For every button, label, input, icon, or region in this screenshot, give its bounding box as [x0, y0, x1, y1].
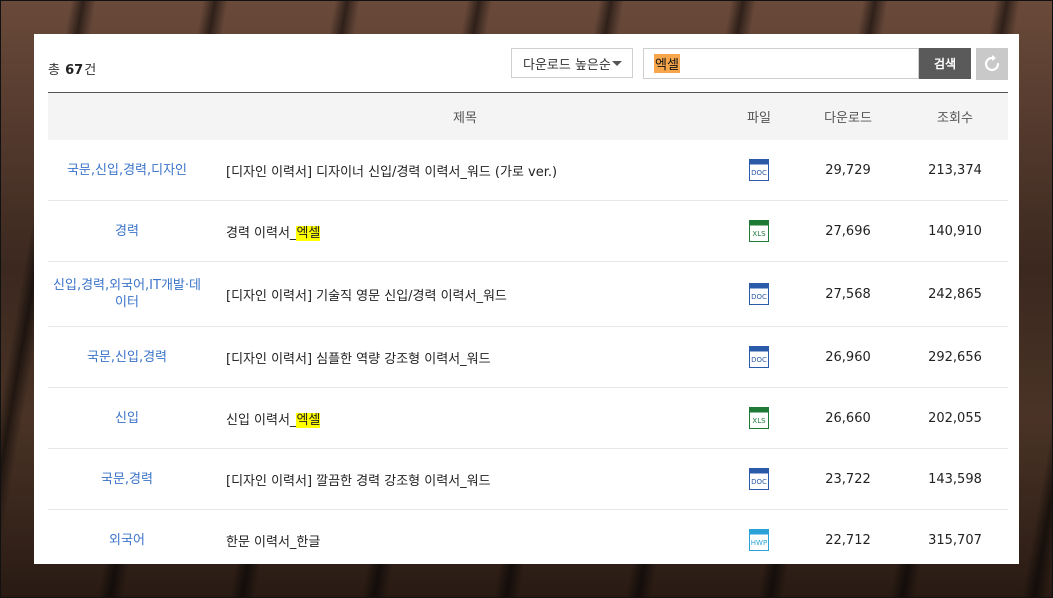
sort-dropdown[interactable]: 다운로드 높은순	[511, 48, 633, 78]
file-type-label: XLS	[752, 230, 766, 238]
result-count-suffix: 건	[84, 63, 97, 78]
table-row[interactable]: 신입,경력,외국어,IT개발·데이터 [디자인 이력서] 기술직 영문 신입/경력…	[48, 262, 1008, 327]
row-category[interactable]: 신입	[48, 410, 206, 427]
table-row[interactable]: 신입 신입 이력서_엑셀 XLS 26,660 202,055	[48, 388, 1008, 449]
row-category[interactable]: 외국어	[48, 532, 206, 549]
row-title-link[interactable]: [디자인 이력서] 디자이너 신입/경력 이력서_워드 (가로 ver.)	[206, 161, 724, 180]
row-file: DOC	[724, 346, 794, 368]
row-views: 213,374	[928, 162, 982, 178]
row-views: 315,707	[928, 532, 982, 548]
result-count-prefix: 총	[48, 63, 60, 78]
row-category[interactable]: 신입,경력,외국어,IT개발·데이터	[48, 277, 206, 311]
sort-dropdown-label: 다운로드 높은순	[523, 57, 611, 73]
refresh-icon	[984, 55, 1000, 72]
row-title-link[interactable]: [디자인 이력서] 깔끔한 경력 강조형 이력서_워드	[206, 470, 724, 489]
row-file: HWP	[724, 529, 794, 551]
row-file: DOC	[724, 159, 794, 181]
row-views: 202,055	[928, 410, 982, 426]
row-file: DOC	[724, 468, 794, 490]
table-row[interactable]: 국문,경력 [디자인 이력서] 깔끔한 경력 강조형 이력서_워드 DOC 23,…	[48, 449, 1008, 510]
row-views: 143,598	[928, 471, 982, 487]
row-title-link[interactable]: 신입 이력서_엑셀	[206, 409, 724, 428]
table-header: 제목 파일 다운로드 조회수	[48, 93, 1008, 140]
file-type-label: DOC	[751, 478, 767, 486]
row-title-text: [디자인 이력서] 심플한 역량 강조형 이력서_워드	[226, 351, 491, 367]
table-row[interactable]: 국문,신입,경력 [디자인 이력서] 심플한 역량 강조형 이력서_워드 DOC …	[48, 327, 1008, 388]
row-downloads: 27,696	[825, 223, 871, 239]
doc-file-icon[interactable]: DOC	[749, 468, 769, 490]
file-type-label: XLS	[752, 417, 766, 425]
result-count-number: 67	[65, 63, 84, 78]
file-type-label: HWP	[751, 539, 767, 547]
row-title-link[interactable]: 경력 이력서_엑셀	[206, 222, 724, 241]
row-title-highlight: 엑셀	[296, 412, 321, 428]
xls-file-icon[interactable]: XLS	[749, 407, 769, 429]
row-category[interactable]: 국문,신입,경력,디자인	[48, 162, 206, 179]
row-title-link[interactable]: [디자인 이력서] 심플한 역량 강조형 이력서_워드	[206, 348, 724, 367]
row-title-link[interactable]: 한문 이력서_한글	[206, 531, 724, 550]
row-title-text: 신입 이력서_	[226, 412, 297, 428]
row-views: 140,910	[928, 223, 982, 239]
resume-list-panel: 총 67건 다운로드 높은순 엑셀 검색 제목 파일 다운로드 조회수 국문,신…	[34, 34, 1019, 564]
row-downloads: 27,568	[825, 286, 871, 302]
table-body: 국문,신입,경력,디자인 [디자인 이력서] 디자이너 신입/경력 이력서_워드 …	[48, 140, 1008, 564]
row-category[interactable]: 국문,경력	[48, 471, 206, 488]
row-views: 242,865	[928, 286, 982, 302]
row-file: XLS	[724, 407, 794, 429]
row-title-link[interactable]: [디자인 이력서] 기술직 영문 신입/경력 이력서_워드	[206, 285, 724, 304]
hwp-file-icon[interactable]: HWP	[749, 529, 769, 551]
doc-file-icon[interactable]: DOC	[749, 346, 769, 368]
row-category[interactable]: 국문,신입,경력	[48, 349, 206, 366]
row-title-text: [디자인 이력서] 디자이너 신입/경력 이력서_워드 (가로 ver.)	[226, 164, 558, 180]
file-type-label: DOC	[751, 356, 767, 364]
toolbar: 총 67건 다운로드 높은순 엑셀 검색	[34, 34, 1019, 92]
doc-file-icon[interactable]: DOC	[749, 159, 769, 181]
header-title: 제목	[453, 111, 477, 126]
xls-file-icon[interactable]: XLS	[749, 220, 769, 242]
search-input-value: 엑셀	[654, 54, 680, 73]
row-title-highlight: 엑셀	[296, 225, 321, 241]
header-file: 파일	[747, 111, 771, 126]
table-row[interactable]: 외국어 한문 이력서_한글 HWP 22,712 315,707	[48, 510, 1008, 564]
row-category[interactable]: 경력	[48, 223, 206, 240]
row-title-text: [디자인 이력서] 깔끔한 경력 강조형 이력서_워드	[226, 473, 491, 489]
table-row[interactable]: 경력 경력 이력서_엑셀 XLS 27,696 140,910	[48, 201, 1008, 262]
resume-table: 제목 파일 다운로드 조회수 국문,신입,경력,디자인 [디자인 이력서] 디자이…	[48, 92, 1008, 564]
header-downloads: 다운로드	[824, 111, 872, 126]
result-count: 총 67건	[48, 59, 96, 78]
row-downloads: 26,660	[825, 410, 871, 426]
row-title-text: 한문 이력서_한글	[226, 534, 321, 550]
doc-file-icon[interactable]: DOC	[749, 283, 769, 305]
chevron-down-icon	[612, 61, 622, 66]
table-row[interactable]: 국문,신입,경력,디자인 [디자인 이력서] 디자이너 신입/경력 이력서_워드 …	[48, 140, 1008, 201]
row-views: 292,656	[928, 349, 982, 365]
row-file: XLS	[724, 220, 794, 242]
row-downloads: 23,722	[825, 471, 871, 487]
row-downloads: 29,729	[825, 162, 871, 178]
row-downloads: 22,712	[825, 532, 871, 548]
file-type-label: DOC	[751, 169, 767, 177]
file-type-label: DOC	[751, 293, 767, 301]
search-input[interactable]: 엑셀	[643, 48, 919, 79]
search-button-label: 검색	[933, 57, 957, 71]
header-views: 조회수	[937, 111, 973, 126]
reset-button[interactable]	[976, 48, 1008, 80]
row-file: DOC	[724, 283, 794, 305]
row-title-text: [디자인 이력서] 기술직 영문 신입/경력 이력서_워드	[226, 288, 507, 304]
row-downloads: 26,960	[825, 349, 871, 365]
search-button[interactable]: 검색	[919, 48, 971, 79]
row-title-text: 경력 이력서_	[226, 225, 297, 241]
